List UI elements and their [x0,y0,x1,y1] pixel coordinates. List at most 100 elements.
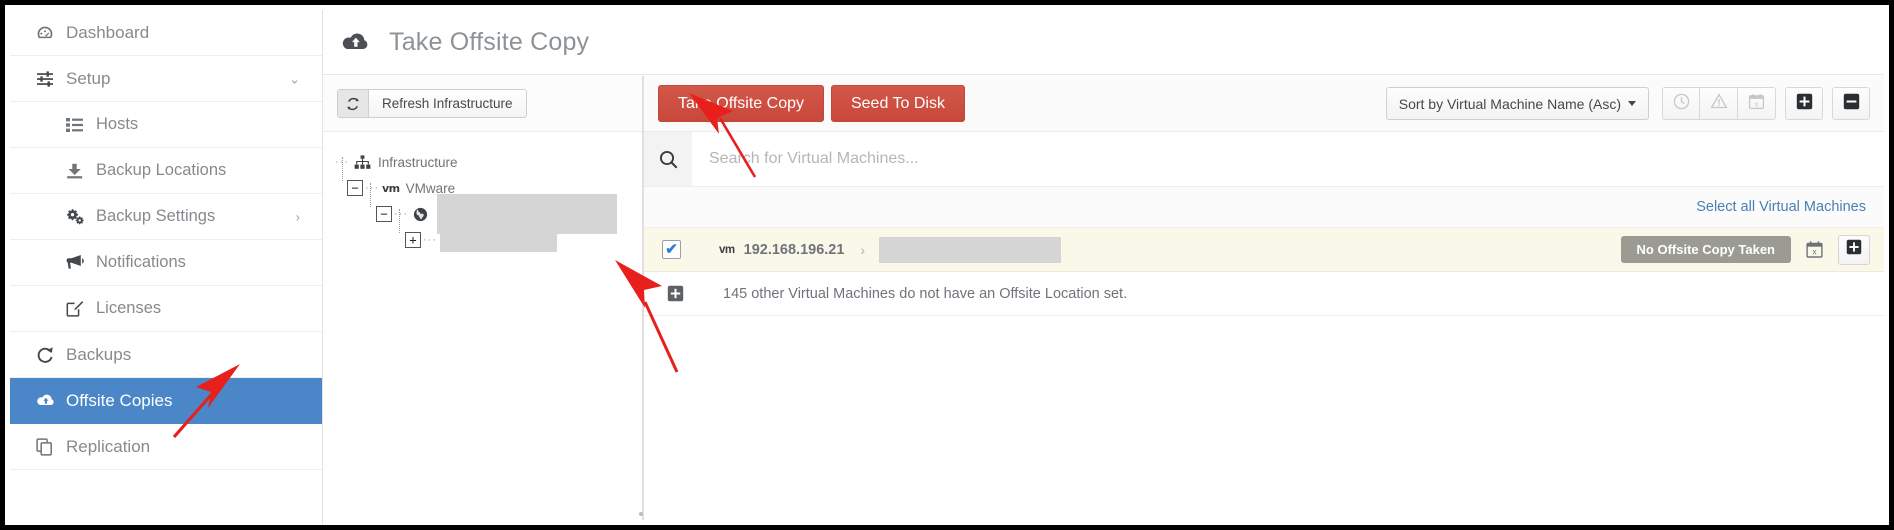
cloud-upload-icon [341,31,371,54]
sort-dropdown[interactable]: Sort by Virtual Machine Name (Asc) [1385,87,1649,120]
sliders-icon [36,70,66,88]
sidebar-item-backups[interactable]: Backups [10,332,322,378]
calendar-x-icon: x [1748,93,1765,115]
virtual-machines-panel: Take Offsite Copy Seed To Disk Sort by V… [639,76,1884,520]
sidebar-item-replication[interactable]: Replication [10,424,322,470]
tree-dash: ··· [423,234,437,246]
virtual-machine-name: 192.168.196.21 [743,241,845,258]
vmware-badge-icon: vm [382,181,400,195]
sidebar-item-label: Backups [66,344,132,364]
sidebar-item-dashboard[interactable]: Dashboard [10,10,322,56]
sidebar-item-notifications[interactable]: Notifications [10,240,322,286]
take-offsite-copy-button[interactable]: Take Offsite Copy [658,85,824,122]
page-title: Take Offsite Copy [389,27,590,56]
tree-expand-toggle[interactable]: + [405,232,421,248]
clock-icon [1673,93,1690,115]
sidebar-item-licenses[interactable]: Licenses [10,286,322,332]
collapse-all-button[interactable] [1832,87,1870,120]
copy-icon [36,437,66,456]
refresh-infrastructure-label: Refresh Infrastructure [382,96,513,111]
chevron-right-icon: › [295,209,300,224]
svg-text:x: x [1755,99,1759,108]
vmware-badge-icon: vm [719,243,735,256]
sidebar-item-hosts[interactable]: Hosts [10,102,322,148]
sidebar-item-backup-settings[interactable]: Backup Settings › [10,194,322,240]
select-all-bar: Select all Virtual Machines [644,187,1884,228]
main-content: Take Offsite Copy Refresh Infrastructure… [323,10,1884,520]
redacted-virtual-machine-label [879,236,1062,263]
row-checkbox[interactable]: ✔ [662,240,681,259]
filter-icon-button-group: x [1662,87,1776,120]
warning-icon-button[interactable] [1700,87,1738,120]
sidebar-item-setup[interactable]: Setup ⌄ [10,56,322,102]
minus-square-icon [1843,93,1860,115]
sidebar-item-label: Hosts [96,115,139,133]
sitemap-icon [354,154,371,170]
other-machines-text: 145 other Virtual Machines do not have a… [723,285,1128,302]
expand-other-machines-button[interactable] [666,284,685,303]
plus-square-icon [1796,93,1813,115]
tree-node-label: Infrastructure [378,154,458,170]
megaphone-icon [66,254,96,271]
sidebar: Dashboard Setup ⌄ Hosts Backup Locations… [10,10,323,525]
cloud-upload-icon [36,393,66,409]
calendar-x-icon-button[interactable]: x [1738,87,1776,120]
sidebar-item-label: Dashboard [66,22,150,42]
redacted-node-name [440,228,557,252]
screenshot-root: Dashboard Setup ⌄ Hosts Backup Locations… [0,0,1894,530]
tree-body: ··· Infrastructure − ··· vm VMware − ···… [323,132,642,253]
calendar-x-icon[interactable]: x [1805,240,1824,259]
refresh-infrastructure-button[interactable]: Refresh Infrastructure [337,89,527,118]
chevron-down-icon [1628,101,1636,106]
sort-dropdown-label: Sort by Virtual Machine Name (Asc) [1398,95,1621,112]
body-split: Refresh Infrastructure ··· Infrastructur… [323,76,1884,520]
sidebar-item-label: Licenses [96,299,162,317]
tree-toolbar: Refresh Infrastructure [323,76,642,132]
tree-dash: ··· [365,182,379,194]
list-icon [66,117,96,133]
tree-collapse-toggle[interactable]: − [347,180,363,196]
plus-square-icon [1846,239,1862,260]
select-all-virtual-machines-link[interactable]: Select all Virtual Machines [1696,199,1866,215]
tree-node-child[interactable]: + ··· [335,227,642,253]
panel-scrollbar[interactable] [639,512,643,516]
chevron-right-icon: › [860,241,866,258]
sidebar-item-label: Backup Settings [96,207,216,225]
sidebar-item-offsite-copies[interactable]: Offsite Copies [10,378,322,424]
search-input[interactable] [692,132,1884,186]
clock-icon-button[interactable] [1662,87,1700,120]
warning-icon [1709,93,1728,114]
tree-node-infrastructure[interactable]: ··· Infrastructure [335,149,642,175]
gears-icon [66,208,96,225]
dashboard-icon [36,24,66,42]
search-bar [644,132,1884,187]
sidebar-item-label: Notifications [96,253,186,271]
add-offsite-location-button[interactable] [1838,234,1870,265]
sidebar-item-label: Setup [66,68,111,88]
edit-square-icon [66,300,96,317]
refresh-icon [338,90,369,117]
expand-all-button[interactable] [1785,87,1823,120]
globe-icon [413,207,428,222]
page-header: Take Offsite Copy [323,10,1884,75]
sidebar-item-backup-locations[interactable]: Backup Locations [10,148,322,194]
seed-to-disk-button[interactable]: Seed To Disk [830,85,965,122]
status-badge: No Offsite Copy Taken [1620,236,1791,263]
chevron-down-icon: ⌄ [289,71,300,86]
search-icon [644,132,692,186]
list-item[interactable]: 145 other Virtual Machines do not have a… [644,272,1884,316]
tree-node-datacenter[interactable]: − ··· [335,194,642,234]
tree-dash: ··· [335,156,349,168]
check-icon: ✔ [665,241,678,258]
svg-text:x: x [1812,247,1817,257]
sidebar-item-label: Backup Locations [96,161,227,179]
tree-dash: ··· [394,208,408,220]
tree-collapse-toggle[interactable]: − [376,206,392,222]
table-row[interactable]: ✔ vm 192.168.196.21 › No Offsite Copy Ta… [644,228,1884,272]
refresh-icon [36,346,66,364]
infrastructure-tree-panel: Refresh Infrastructure ··· Infrastructur… [323,76,643,520]
sidebar-item-label: Offsite Copies [66,390,173,410]
list-toolbar: Take Offsite Copy Seed To Disk Sort by V… [644,76,1884,132]
download-icon [66,163,96,179]
sidebar-item-label: Replication [66,436,151,456]
